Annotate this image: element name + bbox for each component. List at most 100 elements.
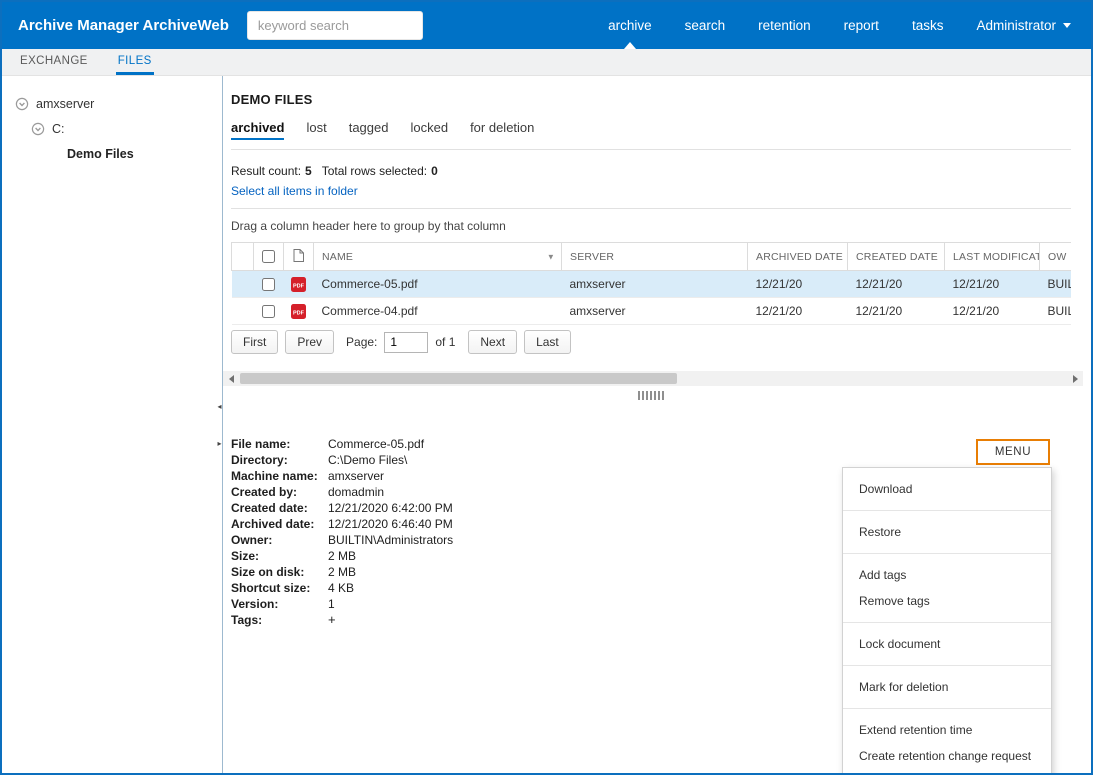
pdf-file-icon: PDF	[291, 277, 306, 292]
field-value: 12/21/2020 6:46:40 PM	[328, 516, 453, 532]
nav-item-archive[interactable]: archive	[608, 2, 652, 49]
tree-item-demo-files[interactable]: Demo Files	[2, 141, 222, 166]
menu-item-mark-for-deletion[interactable]: Mark for deletion	[843, 674, 1051, 700]
tab-files[interactable]: FILES	[116, 49, 154, 75]
main-panel: DEMO FILES archived lost tagged locked f…	[223, 76, 1091, 773]
cell-name: Commerce-05.pdf	[314, 271, 562, 298]
add-tag-button[interactable]: +	[328, 612, 336, 628]
next-page-button[interactable]: Next	[468, 330, 517, 354]
nav-item-label: search	[685, 18, 726, 33]
row-checkbox[interactable]	[262, 278, 275, 291]
divider	[231, 149, 1071, 150]
table-row[interactable]: PDF Commerce-04.pdf amxserver 12/21/20 1…	[232, 298, 1072, 325]
tree-item-amxserver[interactable]: amxserver	[2, 91, 222, 116]
module-tabbar: EXCHANGE FILES	[2, 49, 1091, 76]
last-page-button[interactable]: Last	[524, 330, 571, 354]
subtab-lost[interactable]: lost	[306, 120, 326, 140]
file-details-pane: MENU File name: Commerce-05.pdf Director…	[231, 436, 1071, 628]
menu-group: Extend retention time Create retention c…	[843, 709, 1051, 773]
field-value: domadmin	[328, 484, 384, 500]
menu-button[interactable]: MENU	[976, 439, 1050, 465]
scroll-right-arrow[interactable]	[1067, 371, 1083, 386]
field-label: Owner:	[231, 532, 328, 548]
menu-item-download[interactable]: Download	[843, 476, 1051, 502]
column-header-last-modified[interactable]: LAST MODIFICATI	[945, 243, 1040, 271]
row-gutter-header	[232, 243, 254, 271]
cell-server: amxserver	[562, 271, 748, 298]
menu-item-add-tags[interactable]: Add tags	[843, 562, 1051, 588]
field-value: 12/21/2020 6:42:00 PM	[328, 500, 453, 516]
menu-item-remove-tags[interactable]: Remove tags	[843, 588, 1051, 614]
row-filetype-cell: PDF	[284, 271, 314, 298]
result-count-value: 5	[305, 164, 312, 178]
row-filetype-cell: PDF	[284, 298, 314, 325]
horizontal-scrollbar[interactable]	[223, 371, 1083, 386]
sidebar-splitter[interactable]: ◂ ▸	[215, 402, 224, 448]
prev-page-button[interactable]: Prev	[285, 330, 334, 354]
table-row[interactable]: PDF Commerce-05.pdf amxserver 12/21/20 1…	[232, 271, 1072, 298]
nav-item-search[interactable]: search	[685, 2, 726, 49]
menu-item-extend-retention-time[interactable]: Extend retention time	[843, 717, 1051, 743]
field-value: C:\Demo Files\	[328, 452, 407, 468]
column-header-server[interactable]: SERVER	[562, 243, 748, 271]
menu-item-restore[interactable]: Restore	[843, 519, 1051, 545]
menu-group: Restore	[843, 511, 1051, 554]
scroll-left-arrow[interactable]	[223, 371, 239, 386]
menu-group: Add tags Remove tags	[843, 554, 1051, 623]
row-checkbox-cell	[254, 298, 284, 325]
nav-item-report[interactable]: report	[844, 2, 879, 49]
tab-exchange[interactable]: EXCHANGE	[18, 49, 90, 75]
field-value: BUILTIN\Administrators	[328, 532, 453, 548]
field-value: 2 MB	[328, 548, 356, 564]
field-label: Archived date:	[231, 516, 328, 532]
nav-item-label: tasks	[912, 18, 944, 33]
select-all-checkbox[interactable]	[262, 250, 275, 263]
subtab-for-deletion[interactable]: for deletion	[470, 120, 534, 140]
column-header-created-date[interactable]: CREATED DATE	[848, 243, 945, 271]
page-number-input[interactable]	[384, 332, 428, 353]
field-label: Size on disk:	[231, 564, 328, 580]
column-header-name[interactable]: NAME ▼	[314, 243, 562, 271]
collapse-left-icon[interactable]: ◂	[217, 402, 221, 411]
cell-created-date: 12/21/20	[848, 298, 945, 325]
field-label: Machine name:	[231, 468, 328, 484]
expand-toggle-icon[interactable]	[31, 122, 45, 136]
subtab-locked[interactable]: locked	[410, 120, 448, 140]
row-gutter	[232, 271, 254, 298]
subtab-tagged[interactable]: tagged	[349, 120, 389, 140]
menu-item-lock-document[interactable]: Lock document	[843, 631, 1051, 657]
first-page-button[interactable]: First	[231, 330, 278, 354]
column-menu-icon[interactable]: ▼	[547, 252, 555, 261]
user-menu[interactable]: Administrator	[976, 2, 1071, 49]
cell-archived-date: 12/21/20	[748, 298, 848, 325]
pane-splitter[interactable]	[231, 388, 1071, 402]
user-menu-label: Administrator	[976, 18, 1056, 33]
column-header-owner[interactable]: OW	[1040, 243, 1072, 271]
cell-created-date: 12/21/20	[848, 271, 945, 298]
row-gutter	[232, 298, 254, 325]
search-input[interactable]	[247, 11, 423, 40]
cell-name: Commerce-04.pdf	[314, 298, 562, 325]
column-header-archived-date[interactable]: ARCHIVED DATE	[748, 243, 848, 271]
row-checkbox[interactable]	[262, 305, 275, 318]
tree-item-c-drive[interactable]: C:	[2, 116, 222, 141]
chevron-down-icon	[1063, 23, 1071, 28]
nav-item-tasks[interactable]: tasks	[912, 2, 944, 49]
filetype-column-header[interactable]	[284, 243, 314, 271]
tree-item-label: amxserver	[36, 97, 94, 111]
menu-item-create-retention-change-request[interactable]: Create retention change request	[843, 743, 1051, 769]
svg-text:PDF: PDF	[293, 283, 305, 289]
scrollbar-thumb[interactable]	[240, 373, 677, 384]
field-label: File name:	[231, 436, 328, 452]
select-all-link[interactable]: Select all items in folder	[231, 184, 358, 198]
tree-item-label: C:	[52, 122, 65, 136]
results-summary: Result count:5Total rows selected:0	[231, 164, 1071, 178]
subtab-archived[interactable]: archived	[231, 120, 284, 140]
expand-toggle-icon[interactable]	[15, 97, 29, 111]
expand-right-icon[interactable]: ▸	[217, 439, 221, 448]
field-value: 1	[328, 596, 335, 612]
topbar-nav: archive search retention report tasks Ad…	[608, 2, 1091, 49]
field-directory: Directory: C:\Demo Files\	[231, 452, 1071, 468]
nav-item-retention[interactable]: retention	[758, 2, 811, 49]
app-window: Archive Manager ArchiveWeb archive searc…	[0, 0, 1093, 775]
